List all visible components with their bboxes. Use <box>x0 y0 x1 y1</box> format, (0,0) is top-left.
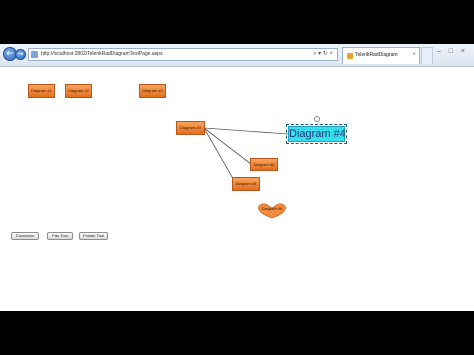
forward-arrow-icon: → <box>17 50 24 58</box>
address-text: http://localhost:2802/TelerikRadDiagramT… <box>41 51 163 57</box>
browser-window: ← → http://localhost:2802/TelerikRadDiag… <box>0 44 474 311</box>
address-tools[interactable]: ⌕ ▾ ↻ × <box>313 49 333 60</box>
diagram-shape-hub[interactable]: Diagram #4 <box>176 121 205 135</box>
connection-line[interactable] <box>203 127 289 135</box>
diagram-shape-2[interactable]: Diagram #2 <box>65 84 92 98</box>
diagram-canvas[interactable]: Diagram #1 Diagram #2 Diagram #3 Diagram… <box>0 67 474 311</box>
connection-line[interactable] <box>203 127 236 183</box>
favicon-icon <box>347 53 353 59</box>
diagram-shape-6[interactable]: Diagram #6 <box>250 158 278 171</box>
close-tab-icon[interactable]: × <box>412 48 416 63</box>
browser-toolbar: ← → http://localhost:2802/TelerikRadDiag… <box>0 44 474 67</box>
diagram-shape-selected[interactable]: Diagram #4 <box>286 124 347 144</box>
window-controls[interactable]: – □ × <box>437 48 468 55</box>
tab-telerik-rad-diagram[interactable]: TelerikRadDiagram × <box>342 47 420 64</box>
rotate-handle-icon[interactable] <box>314 116 320 122</box>
tab-title: TelerikRadDiagram <box>355 52 398 58</box>
address-bar[interactable]: http://localhost:2802/TelerikRadDiagramT… <box>28 48 338 61</box>
pointer-tool-button[interactable]: Pointer Tool <box>79 232 108 240</box>
pan-tool-button[interactable]: Pan Tool <box>47 232 73 240</box>
new-tab-button[interactable] <box>421 47 433 64</box>
heart-shape-label: Diagram #6 <box>261 206 283 211</box>
diagram-shape-5[interactable]: Diagram #5 <box>232 177 260 191</box>
page-icon <box>31 51 38 58</box>
connection-line[interactable] <box>203 127 252 165</box>
diagram-shape-3[interactable]: Diagram #3 <box>139 84 166 98</box>
heart-shape[interactable]: Diagram #6 <box>257 203 287 219</box>
diagram-shape-1[interactable]: Diagram #1 <box>28 84 55 98</box>
forward-button[interactable]: → <box>15 49 26 60</box>
connector-button[interactable]: Connector <box>11 232 39 240</box>
